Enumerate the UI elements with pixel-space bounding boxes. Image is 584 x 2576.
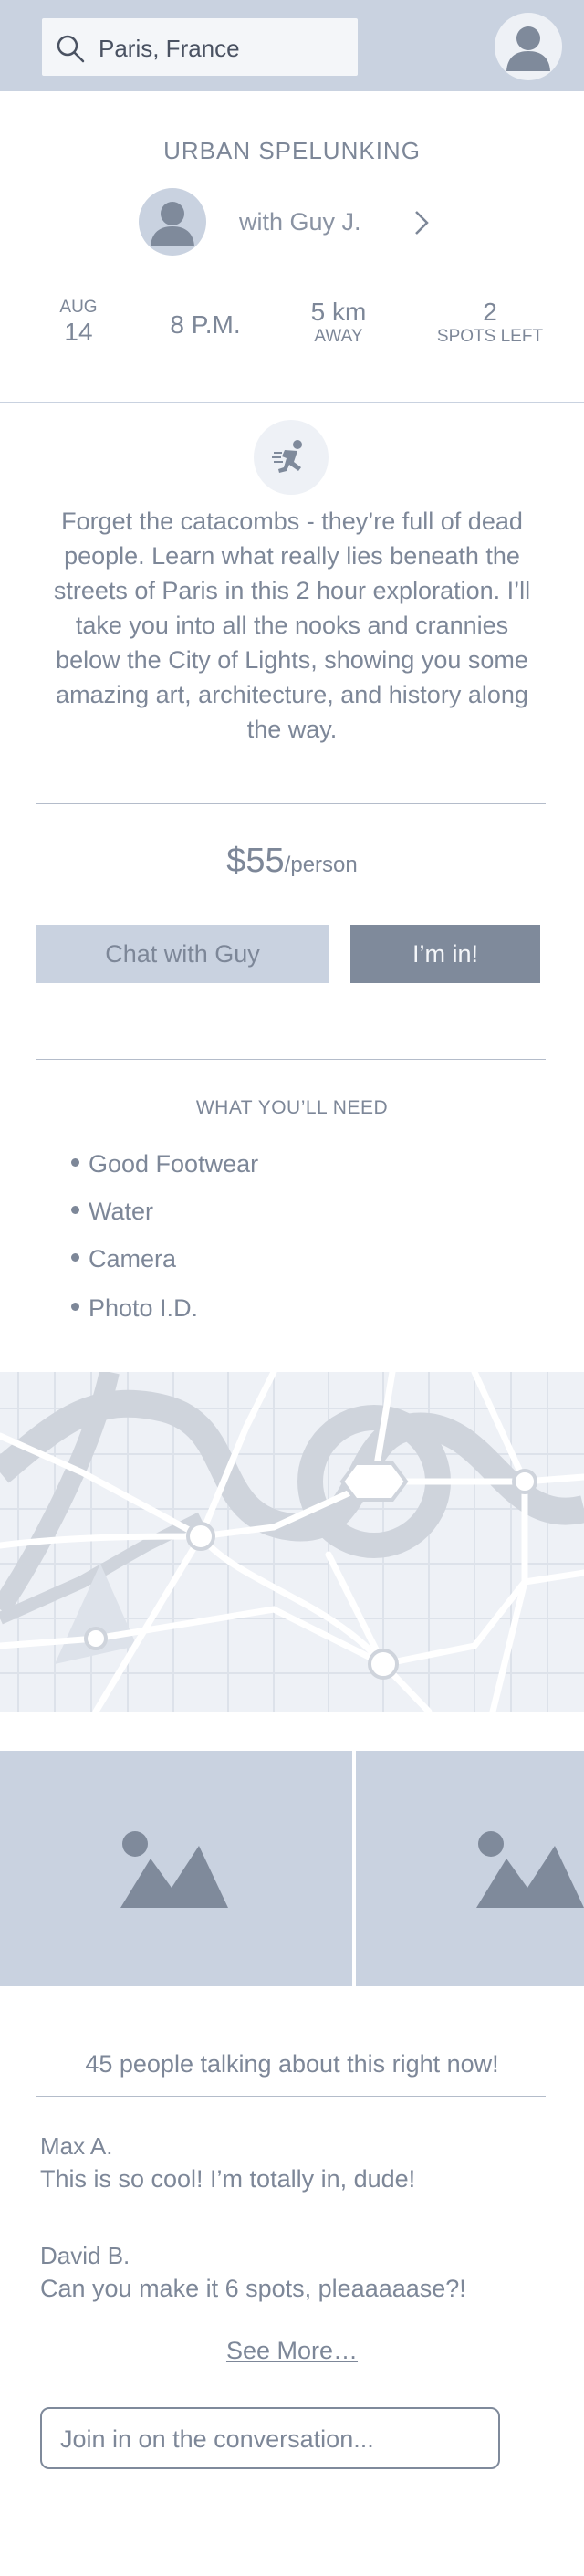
list-item: Good Footwear (71, 1150, 258, 1178)
price: $55/person (0, 842, 584, 881)
person-icon (151, 202, 194, 246)
comment-author: Max A. (40, 2132, 113, 2160)
map[interactable] (0, 1372, 584, 1712)
distance-value: 5 km (310, 298, 367, 326)
chevron-right-icon[interactable] (412, 208, 431, 237)
list-item: Camera (71, 1245, 176, 1273)
spots-label: SPOTS LEFT (436, 327, 544, 346)
comment-box[interactable] (40, 2407, 500, 2469)
host-avatar[interactable] (139, 188, 206, 256)
person-icon (506, 26, 550, 71)
bullet-icon (71, 1253, 79, 1262)
section-divider (36, 803, 546, 804)
list-item: Water (71, 1198, 153, 1226)
discussion-header: 45 people talking about this right now! (85, 2050, 499, 2078)
event-title: URBAN SPELUNKING (163, 137, 421, 164)
host-name[interactable]: with Guy J. (239, 208, 361, 236)
event-spots: 2 SPOTS LEFT (429, 298, 551, 347)
event-date: AUG 14 (42, 298, 115, 347)
section-divider (36, 1059, 546, 1060)
event-description: Forget the catacombs - they’re full of d… (53, 508, 531, 743)
date-month: AUG (59, 298, 98, 317)
section-divider (36, 2096, 546, 2097)
bullet-icon (71, 1158, 79, 1168)
event-distance: 5 km AWAY (288, 298, 389, 347)
price-unit: /person (284, 853, 358, 877)
price-amount: $55 (226, 842, 285, 880)
event-time: 8 P.M. (170, 310, 241, 339)
photo-placeholder[interactable] (0, 1751, 352, 1986)
image-icon (476, 1831, 584, 1908)
bullet-icon (71, 1303, 79, 1312)
search-icon (57, 35, 85, 63)
distance-label: AWAY (314, 327, 363, 346)
list-item: Photo I.D. (71, 1294, 198, 1323)
search-input-value[interactable]: Paris, France (99, 35, 240, 63)
date-day: 14 (64, 318, 93, 346)
activity-icon-circle (254, 420, 328, 495)
comment-author: David B. (40, 2242, 130, 2269)
needs-title: WHAT YOU’LL NEED (195, 1097, 389, 1118)
section-divider (0, 402, 584, 403)
spots-value: 2 (483, 298, 497, 326)
photo-placeholder[interactable] (356, 1751, 584, 1986)
bullet-icon (71, 1206, 79, 1215)
see-more-link[interactable]: See More… (0, 2337, 584, 2365)
image-icon (120, 1831, 228, 1908)
comment-input[interactable] (60, 2422, 480, 2456)
comment-text: Can you make it 6 spots, pleaaaaase?! (40, 2275, 466, 2302)
join-button[interactable]: I’m in! (350, 925, 540, 983)
map-streets (0, 1372, 584, 1712)
search-bar[interactable]: Paris, France (42, 18, 358, 76)
user-avatar[interactable] (495, 13, 562, 80)
comment-text: This is so cool! I’m totally in, dude! (40, 2165, 416, 2193)
running-person-icon (272, 440, 302, 473)
chat-button[interactable]: Chat with Guy (36, 925, 328, 983)
